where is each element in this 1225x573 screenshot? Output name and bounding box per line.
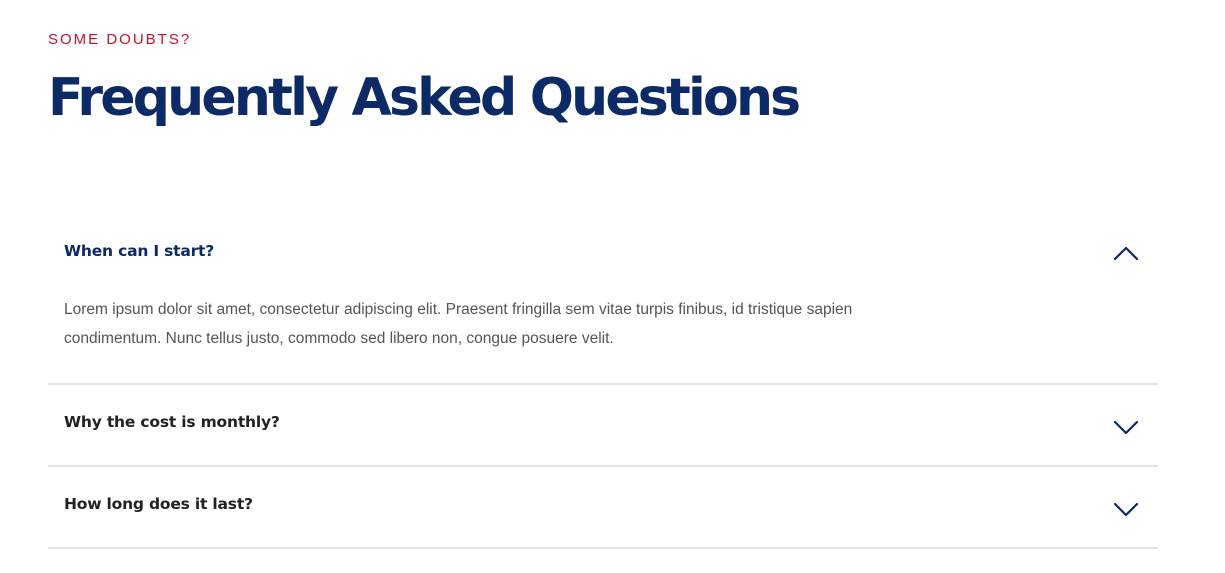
faq-accordion: When can I start? Lorem ipsum dolor sit … [48,213,1158,549]
faq-item-how-long-does-it-last[interactable]: How long does it last? [48,467,1158,549]
faq-answer: Lorem ipsum dolor sit amet, consectetur … [64,301,853,347]
chevron-up-icon[interactable] [1112,243,1140,263]
chevron-down-icon[interactable] [1112,499,1140,519]
faq-item-when-can-i-start[interactable]: When can I start? Lorem ipsum dolor sit … [48,213,1158,385]
faq-question[interactable]: How long does it last? [64,495,253,513]
section-eyebrow: SOME DOUBTS? [48,31,192,48]
page-title: Frequently Asked Questions [48,68,801,128]
divider [48,547,1158,549]
faq-question[interactable]: When can I start? [64,242,214,260]
faq-question[interactable]: Why the cost is monthly? [64,413,280,431]
faq-item-why-cost-monthly[interactable]: Why the cost is monthly? [48,385,1158,467]
chevron-down-icon[interactable] [1112,417,1140,437]
